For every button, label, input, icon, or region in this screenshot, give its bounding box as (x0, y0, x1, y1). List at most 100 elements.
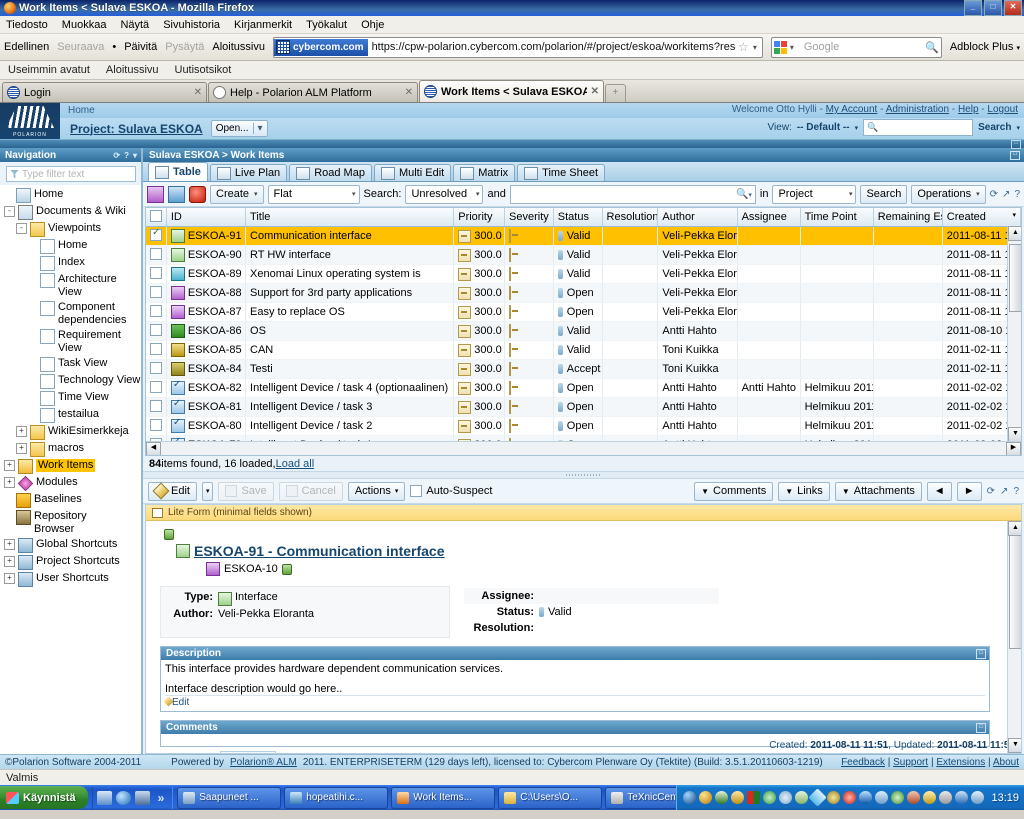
workitem-id[interactable]: ESKOA-88 (188, 287, 242, 299)
url-dropdown-icon[interactable]: ▾ (751, 43, 762, 52)
column-priority[interactable]: Priority (453, 208, 506, 227)
tree-expander-icon[interactable]: + (4, 573, 15, 584)
row-checkbox-cell[interactable] (146, 397, 167, 417)
refresh-icon[interactable]: ⟳ (987, 486, 995, 497)
column-title[interactable]: Title (245, 208, 455, 227)
table-row[interactable]: ESKOA-81Intelligent Device / task 3 300.0… (146, 397, 1021, 417)
column-created[interactable]: Created ▾ (942, 208, 1021, 227)
sidebar-item-documents-wiki[interactable]: - Documents & Wiki (0, 204, 141, 221)
navigation-tree[interactable]: Home - Documents & Wiki - Viewpoints Home Inde… (0, 185, 141, 754)
workitem-title[interactable]: ESKOA-91 - Communication interface (194, 543, 445, 559)
media-player-icon[interactable] (96, 790, 112, 805)
chevron-down-icon[interactable]: ▾ (843, 190, 853, 198)
sidebar-item-modules[interactable]: + Modules (0, 475, 141, 492)
table-row[interactable]: ESKOA-82Intelligent Device / task 4 (opt… (146, 378, 1021, 398)
refresh-icon[interactable]: ⟳ (990, 189, 998, 200)
sidebar-item-macros[interactable]: + macros (0, 441, 141, 458)
popout-icon[interactable]: ↗ (1000, 486, 1008, 497)
help-link[interactable]: Help (958, 104, 979, 115)
sidebar-item-requirement-view[interactable]: Requirement View (0, 328, 141, 356)
polarion-search-input[interactable]: 🔍 (863, 119, 974, 136)
table-row[interactable]: ESKOA-86 OS 300.0 Valid Antti Hahto 2011-08-1… (146, 321, 1021, 341)
bluetooth-icon[interactable] (859, 791, 873, 804)
parent-workitem-id[interactable]: ESKOA-10 (224, 563, 278, 575)
workitem-id[interactable]: ESKOA-85 (188, 344, 242, 356)
taskbar-button[interactable]: hopeatihi.c... (284, 786, 389, 809)
table-row[interactable]: ESKOA-85 CAN 300.0 Valid Toni Kuikka 2011-02-… (146, 340, 1021, 360)
feedback-link[interactable]: Feedback (841, 757, 885, 768)
home-button[interactable]: Aloitussivu (212, 41, 265, 53)
url-text[interactable]: https://cpw-polarion.cybercom.com/polari… (368, 41, 736, 53)
taskbar-button[interactable]: C:\Users\O... (498, 786, 603, 809)
project-title[interactable]: Project: Sulava ESKOA (60, 122, 203, 136)
sort-caret-icon[interactable]: ▾ (1012, 211, 1016, 219)
column-resolution[interactable]: Resolution (602, 208, 659, 227)
comment-tabs[interactable]: Current History (160, 751, 990, 753)
comments-button[interactable]: ▼ Comments (694, 481, 774, 501)
tab-login[interactable]: Login ✕ (2, 82, 207, 102)
table-row[interactable]: ESKOA-90 RT HW interface 300.0 Valid Veli-Pe… (146, 245, 1021, 265)
row-checkbox[interactable] (150, 343, 162, 355)
bookmark-star-icon[interactable]: ☆ (736, 40, 751, 54)
row-checkbox[interactable] (150, 400, 162, 412)
cell-id[interactable]: ESKOA-84 (166, 359, 247, 379)
comment-tab-history[interactable]: History (219, 751, 276, 753)
scroll-up-icon[interactable]: ▲ (1008, 226, 1021, 241)
column-id[interactable]: ID (166, 208, 247, 227)
sidebar-item-index[interactable]: Index (0, 255, 141, 272)
tab-close-icon[interactable]: ✕ (405, 87, 413, 98)
chevron-down-icon[interactable]: ▾ (346, 190, 356, 198)
cell-id[interactable]: ESKOA-80 (166, 416, 247, 436)
sidebar-item-user-shortcuts[interactable]: + User Shortcuts (0, 571, 141, 588)
tray-icon[interactable] (763, 791, 777, 804)
column-time-point[interactable]: Time Point (800, 208, 874, 227)
workitem-id[interactable]: ESKOA-87 (188, 306, 242, 318)
cell-id[interactable]: ESKOA-90 (166, 245, 247, 265)
open-project-button[interactable]: Open... ▾ (210, 120, 268, 137)
cell-id[interactable]: ESKOA-91 (166, 226, 247, 246)
chevron-right-icon[interactable]: » (154, 791, 169, 805)
chevron-down-icon[interactable]: ▾ (133, 151, 137, 160)
polarion-alm-link[interactable]: Polarion® ALM (230, 757, 297, 768)
tree-expander-icon[interactable]: - (16, 223, 27, 234)
cell-id[interactable]: ESKOA-87 (166, 302, 247, 322)
column-author[interactable]: Author (657, 208, 738, 227)
menu-muokkaa[interactable]: Muokkaa (62, 19, 107, 31)
reload-button[interactable]: Päivitä (124, 41, 157, 53)
sidebar-item-technology-view[interactable]: Technology View (0, 373, 141, 390)
taskbar-button[interactable]: Saapuneet ... (177, 786, 282, 809)
start-button[interactable]: Käynnistä (0, 786, 88, 809)
administration-link[interactable]: Administration (886, 104, 949, 115)
row-checkbox[interactable] (150, 305, 162, 317)
bookmark-uutisotsikot[interactable]: Uutisotsikot (175, 64, 232, 76)
sidebar-item-testailua[interactable]: testailua (0, 407, 141, 424)
row-checkbox[interactable] (150, 267, 162, 279)
search-magnifier-icon[interactable]: 🔍 (925, 41, 939, 54)
query-select[interactable]: Unresolved ▾ (405, 184, 484, 204)
taskbar-button[interactable]: TeXnicCent... (605, 786, 677, 809)
row-checkbox-cell[interactable] (146, 245, 167, 265)
sidebar-item-component-dependencies[interactable]: Component dependencies (0, 300, 141, 328)
layout-select[interactable]: Flat ▾ (267, 184, 360, 204)
workitem-id[interactable]: ESKOA-82 (188, 382, 242, 394)
browser-search-box[interactable]: ▾ Google 🔍 (770, 36, 942, 58)
workitem-id[interactable]: ESKOA-84 (188, 363, 242, 375)
table-row[interactable]: ESKOA-88 Support for 3rd party applicatio… (146, 283, 1021, 303)
table-vertical-scrollbar[interactable]: ▲ ▼ (1007, 226, 1021, 442)
polarion-search-button[interactable]: Search (978, 122, 1011, 133)
row-checkbox[interactable] (150, 286, 162, 298)
table-horizontal-scrollbar[interactable]: ◀ ▶ (146, 441, 1021, 455)
back-button[interactable]: Edellinen (4, 41, 49, 53)
search-caret-icon[interactable]: ▾ (1016, 124, 1020, 132)
menu-sivuhistoria[interactable]: Sivuhistoria (163, 19, 220, 31)
select-all-header[interactable] (146, 208, 167, 227)
minimize-button[interactable]: _ (964, 0, 982, 16)
search-button[interactable]: Search (860, 184, 908, 204)
table-row[interactable]: ESKOA-89 Xenomai Linux operating system i… (146, 264, 1021, 284)
cell-id[interactable]: ESKOA-89 (166, 264, 247, 284)
free-text-search-input[interactable]: 🔍▾ (509, 184, 756, 204)
maximize-button[interactable]: □ (984, 0, 1002, 16)
detail-vertical-scrollbar[interactable]: ▲ ▼ (1007, 521, 1021, 753)
cell-id[interactable]: ESKOA-88 (166, 283, 247, 303)
row-checkbox[interactable] (150, 419, 162, 431)
